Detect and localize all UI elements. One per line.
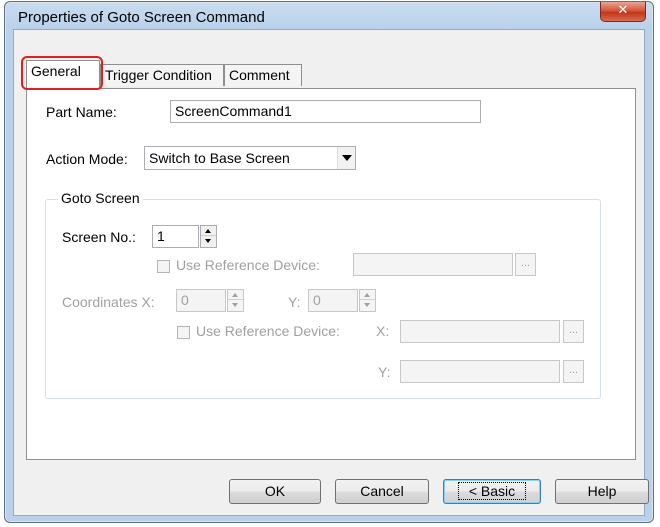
coordinates-x-label: Coordinates X: [62,294,155,310]
basic-button-label: < Basic [457,482,527,500]
spinner-down-icon[interactable] [360,301,375,311]
use-ref-device-label: Use Reference Device: [176,257,320,273]
coordinates-x-input[interactable]: 0 [176,289,226,312]
dialog-title: Properties of Goto Screen Command [18,9,265,26]
coord-ref-y-browse-button[interactable]: ... [563,360,584,383]
close-button[interactable]: ✕ [600,2,646,22]
spinner-up-icon[interactable] [201,226,216,236]
part-name-input[interactable]: ScreenCommand1 [170,100,481,123]
close-icon: ✕ [617,3,629,18]
spinner-up-icon[interactable] [360,290,375,300]
tab-general[interactable]: General [26,60,100,89]
coordinates-x-spinner[interactable] [227,289,244,312]
coordinates-y-label: Y: [288,294,301,310]
coord-ref-x-browse-button[interactable]: ... [563,320,584,343]
tab-trigger-condition-label: Trigger Condition [105,67,212,83]
cancel-button[interactable]: Cancel [335,479,429,504]
cancel-button-label: Cancel [360,483,404,499]
coordinates-y-input[interactable]: 0 [308,289,358,312]
screen-no-input[interactable]: 1 [152,225,199,248]
ellipsis-icon: ... [520,257,531,269]
tab-comment[interactable]: Comment [224,64,302,86]
ok-button-label: OK [264,483,286,499]
ellipsis-icon: ... [568,364,579,376]
coord-ref-x-input[interactable] [400,320,560,343]
action-mode-select[interactable]: Switch to Base Screen [144,146,356,170]
tab-trigger-condition[interactable]: Trigger Condition [100,64,224,86]
spinner-down-icon[interactable] [201,237,216,247]
chevron-down-icon[interactable] [337,147,355,169]
basic-button[interactable]: < Basic [443,479,541,504]
screen-no-spinner[interactable] [200,225,217,248]
help-button-label: Help [587,483,617,499]
goto-screen-group-title: Goto Screen [58,190,143,206]
coord-ref-x-label: X: [376,323,390,339]
ok-button[interactable]: OK [229,479,321,504]
use-ref-device-input[interactable] [353,253,513,276]
part-name-label: Part Name: [46,104,117,120]
help-button[interactable]: Help [555,479,649,504]
use-ref-device-browse-button[interactable]: ... [515,253,536,276]
coord-ref-y-label: Y: [378,364,391,380]
spinner-down-icon[interactable] [228,301,243,311]
coordinates-y-spinner[interactable] [359,289,376,312]
action-mode-label: Action Mode: [46,151,128,167]
ellipsis-icon: ... [568,324,579,336]
action-mode-value: Switch to Base Screen [149,150,290,166]
spinner-up-icon[interactable] [228,290,243,300]
tab-comment-label: Comment [229,67,290,83]
tab-general-label: General [31,63,81,79]
coord-use-ref-device-checkbox[interactable] [177,326,190,339]
coord-use-ref-device-label: Use Reference Device: [196,323,340,339]
coord-ref-y-input[interactable] [400,360,560,383]
use-ref-device-checkbox[interactable] [157,260,170,273]
screen-no-label: Screen No.: [62,229,136,245]
